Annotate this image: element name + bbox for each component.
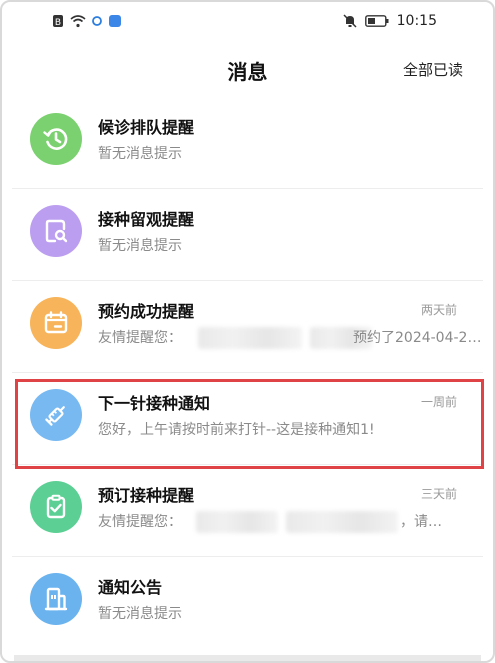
app-icon <box>109 15 121 27</box>
building-icon <box>30 573 82 625</box>
message-item-reservation-reminder[interactable]: 预订接种提醒 三天前 友情提醒您： ，请… <box>2 465 493 557</box>
message-title: 预约成功提醒 <box>98 302 195 321</box>
mark-all-read-button[interactable]: 全部已读 <box>403 59 463 80</box>
battery-icon <box>364 15 389 27</box>
message-time: 一周前 <box>420 395 457 409</box>
message-preview: 暂无消息提示 <box>98 606 182 622</box>
message-preview: 友情提醒您： 预约了2024-04-2… <box>98 327 481 349</box>
message-title: 下一针接种通知 <box>98 394 211 413</box>
clipboard-check-icon <box>30 481 82 533</box>
bottom-separator <box>14 655 481 661</box>
redacted-text <box>286 511 398 533</box>
message-preview-start: 友情提醒您： <box>98 514 182 530</box>
message-item-announcements[interactable]: 通知公告 暂无消息提示 <box>2 557 493 649</box>
status-time: 10:15 <box>396 13 437 29</box>
message-item-queue-reminder[interactable]: 候诊排队提醒 暂无消息提示 <box>2 97 493 189</box>
queue-clock-icon <box>30 113 82 165</box>
svg-text:B: B <box>55 18 61 28</box>
message-preview: 暂无消息提示 <box>98 146 182 162</box>
message-item-booking-success[interactable]: 预约成功提醒 两天前 友情提醒您： 预约了2024-04-2… <box>2 281 493 373</box>
message-title: 通知公告 <box>98 578 163 597</box>
message-title: 候诊排队提醒 <box>98 118 195 137</box>
sim-b-icon: B <box>53 15 63 28</box>
status-bar: B 10:15 <box>2 2 493 46</box>
mute-icon <box>343 14 357 28</box>
message-preview: 友情提醒您： ，请… <box>98 511 461 533</box>
phone-screen: B 10:15 消息 全部已读 候诊排队提醒 暂无消息提示 接种留观提醒 暂无消… <box>0 0 495 663</box>
document-search-icon <box>30 205 82 257</box>
syringe-icon <box>30 389 82 441</box>
wifi-icon <box>70 14 86 27</box>
message-time: 两天前 <box>420 303 457 317</box>
message-title: 预订接种提醒 <box>98 486 195 505</box>
notification-dot-icon <box>92 16 102 26</box>
status-right-icons: 10:15 <box>343 13 437 29</box>
nav-bar: 消息 全部已读 <box>2 46 493 90</box>
status-left-icons: B <box>52 14 122 28</box>
message-preview-end: 预约了2024-04-2… <box>353 330 482 346</box>
message-item-next-dose-notice[interactable]: 下一针接种通知 一周前 您好，上午请按时前来打针--这是接种通知1! <box>2 373 493 465</box>
message-preview: 您好，上午请按时前来打针--这是接种通知1! <box>98 422 375 438</box>
message-title: 接种留观提醒 <box>98 210 195 229</box>
message-time: 三天前 <box>420 487 457 501</box>
message-preview-end: ，请… <box>400 514 442 530</box>
message-preview: 暂无消息提示 <box>98 238 182 254</box>
calendar-icon <box>30 297 82 349</box>
redacted-text <box>198 327 302 349</box>
redacted-text <box>196 511 278 533</box>
message-item-observation-reminder[interactable]: 接种留观提醒 暂无消息提示 <box>2 189 493 281</box>
message-preview-start: 友情提醒您： <box>98 330 182 346</box>
